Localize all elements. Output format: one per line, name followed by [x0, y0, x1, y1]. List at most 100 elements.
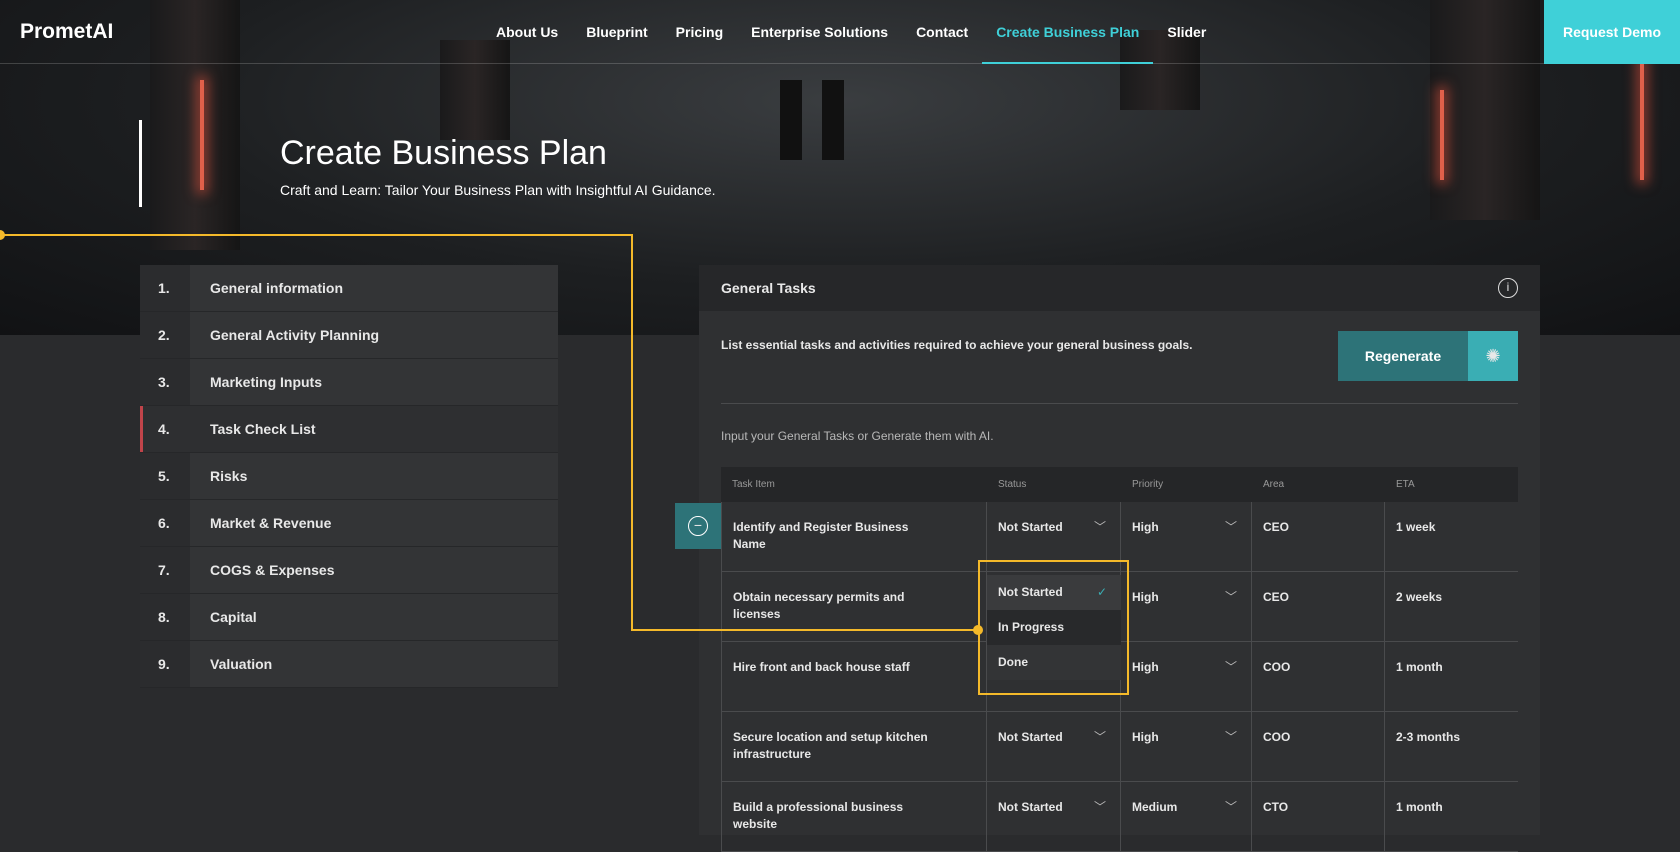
task-text: Secure location and setup kitchen infras… — [733, 730, 928, 761]
nav-blueprint[interactable]: Blueprint — [572, 0, 661, 64]
priority-value: High — [1132, 730, 1159, 744]
table-row: Build a professional business website No… — [721, 782, 1518, 852]
chevron-down-icon: ﹀ — [1224, 800, 1237, 814]
step-number: 2. — [140, 312, 190, 358]
step-number: 8. — [140, 594, 190, 640]
area-cell[interactable]: CEO — [1252, 572, 1385, 641]
step-number: 1. — [140, 265, 190, 311]
title-accent-bar — [139, 120, 142, 207]
nav-about-us[interactable]: About Us — [482, 0, 572, 64]
sidebar-step-4[interactable]: 4. Task Check List — [140, 406, 558, 453]
sidebar-step-9[interactable]: 9. Valuation — [140, 641, 558, 688]
table-header: Task Item Status Priority Area ETA — [721, 467, 1518, 502]
area-text: COO — [1263, 660, 1291, 674]
eta-cell[interactable]: 1 week — [1385, 502, 1518, 571]
task-text: Identify and Register Business Name — [733, 520, 909, 551]
sidebar-step-1[interactable]: 1. General information — [140, 265, 558, 312]
sidebar-step-7[interactable]: 7. COGS & Expenses — [140, 547, 558, 594]
chevron-down-icon: ﹀ — [1093, 730, 1106, 744]
step-label: General Activity Planning — [190, 312, 558, 358]
step-label: Marketing Inputs — [190, 359, 558, 405]
request-demo-button[interactable]: Request Demo — [1544, 0, 1680, 64]
minus-circle-icon: − — [688, 516, 708, 536]
eta-cell[interactable]: 2-3 months — [1385, 712, 1518, 781]
area-text: CTO — [1263, 800, 1289, 814]
info-icon[interactable]: i — [1498, 278, 1518, 298]
task-item-cell[interactable]: Hire front and back house staff — [721, 642, 987, 711]
chevron-down-icon: ﹀ — [1224, 520, 1237, 534]
col-priority: Priority — [1132, 479, 1164, 490]
step-label: COGS & Expenses — [190, 547, 558, 593]
area-cell[interactable]: COO — [1252, 642, 1385, 711]
sidebar-step-8[interactable]: 8. Capital — [140, 594, 558, 641]
task-text: Build a professional business website — [733, 800, 904, 831]
annotation-dot — [973, 625, 983, 635]
annotation-line — [0, 234, 633, 236]
sidebar-step-3[interactable]: 3. Marketing Inputs — [140, 359, 558, 406]
priority-select[interactable]: High ﹀ — [1121, 642, 1252, 711]
step-number: 6. — [140, 500, 190, 546]
annotation-line — [631, 629, 978, 631]
nav-pricing[interactable]: Pricing — [662, 0, 737, 64]
nav-create-business-plan[interactable]: Create Business Plan — [982, 0, 1154, 64]
eta-text: 1 week — [1396, 520, 1436, 534]
sidebar-step-5[interactable]: 5. Risks — [140, 453, 558, 500]
step-number: 7. — [140, 547, 190, 593]
page-subtitle: Craft and Learn: Tailor Your Business Pl… — [280, 182, 716, 198]
page-title: Create Business Plan — [280, 134, 607, 172]
divider — [721, 403, 1518, 404]
area-cell[interactable]: CTO — [1252, 782, 1385, 851]
helper-text: Input your General Tasks or Generate the… — [721, 429, 994, 443]
area-text: CEO — [1263, 520, 1290, 534]
eta-text: 1 month — [1396, 660, 1443, 674]
priority-select[interactable]: High ﹀ — [1121, 572, 1252, 641]
task-item-cell[interactable]: Secure location and setup kitchen infras… — [721, 712, 987, 781]
chevron-down-icon: ﹀ — [1224, 660, 1237, 674]
logo[interactable]: PrometAI — [20, 20, 113, 44]
eta-cell[interactable]: 1 month — [1385, 782, 1518, 851]
nav-enterprise-solutions[interactable]: Enterprise Solutions — [737, 0, 902, 64]
area-cell[interactable]: COO — [1252, 712, 1385, 781]
sidebar-step-6[interactable]: 6. Market & Revenue — [140, 500, 558, 547]
nav-slider[interactable]: Slider — [1153, 0, 1220, 64]
step-sidebar: 1. General information 2. General Activity … — [140, 265, 558, 688]
chevron-down-icon: ﹀ — [1093, 520, 1106, 534]
priority-select[interactable]: High ﹀ — [1121, 502, 1252, 571]
task-text: Obtain necessary permits and licenses — [733, 590, 905, 621]
status-select[interactable]: Not Started ﹀ — [987, 782, 1121, 851]
priority-select[interactable]: High ﹀ — [1121, 712, 1252, 781]
chevron-down-icon: ﹀ — [1093, 800, 1106, 814]
eta-text: 1 month — [1396, 800, 1443, 814]
nav-contact[interactable]: Contact — [902, 0, 982, 64]
chevron-down-icon: ﹀ — [1224, 730, 1237, 744]
area-cell[interactable]: CEO — [1252, 502, 1385, 571]
eta-cell[interactable]: 2 weeks — [1385, 572, 1518, 641]
area-text: COO — [1263, 730, 1291, 744]
col-status: Status — [998, 479, 1027, 490]
status-value: Not Started — [998, 520, 1063, 534]
eta-cell[interactable]: 1 month — [1385, 642, 1518, 711]
remove-row-button[interactable]: − — [675, 503, 721, 549]
priority-select[interactable]: Medium ﹀ — [1121, 782, 1252, 851]
col-area: Area — [1263, 479, 1285, 490]
col-task-item: Task Item — [732, 479, 775, 490]
priority-value: Medium — [1132, 800, 1178, 814]
col-eta: ETA — [1396, 479, 1415, 490]
area-text: CEO — [1263, 590, 1290, 604]
step-label: Market & Revenue — [190, 500, 558, 546]
priority-value: High — [1132, 660, 1159, 674]
step-label: General information — [190, 265, 558, 311]
task-item-cell[interactable]: Build a professional business website — [721, 782, 987, 851]
step-label: Risks — [190, 453, 558, 499]
status-select[interactable]: Not Started ﹀ — [987, 712, 1121, 781]
regenerate-label: Regenerate — [1338, 331, 1468, 381]
task-text: Hire front and back house staff — [733, 660, 910, 674]
top-nav: PrometAI About Us Blueprint Pricing Ente… — [0, 0, 1680, 64]
regenerate-button[interactable]: Regenerate ✺ — [1338, 331, 1518, 381]
sidebar-step-2[interactable]: 2. General Activity Planning — [140, 312, 558, 359]
step-label: Task Check List — [190, 406, 558, 452]
status-value: Not Started — [998, 800, 1063, 814]
task-item-cell[interactable]: Identify and Register Business Name — [721, 502, 987, 571]
brain-icon: ✺ — [1468, 331, 1518, 381]
eta-text: 2 weeks — [1396, 590, 1443, 604]
